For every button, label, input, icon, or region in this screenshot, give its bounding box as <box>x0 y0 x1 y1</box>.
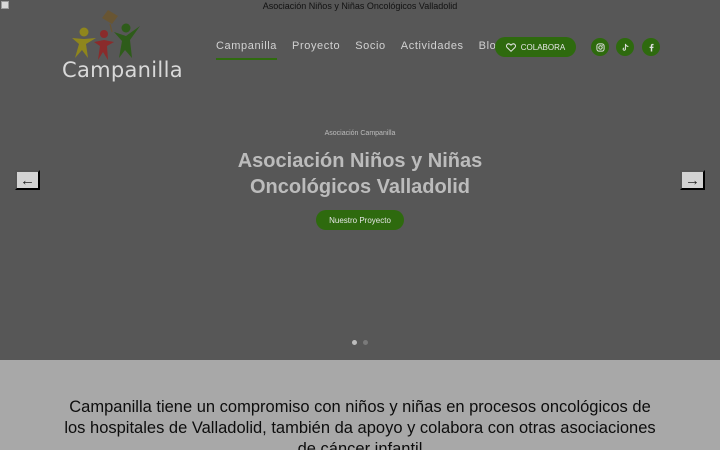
mission-line-3: de cáncer infantil <box>297 440 423 450</box>
logo-text: Campanilla <box>62 58 183 82</box>
logo[interactable]: Campanilla <box>62 8 183 86</box>
nav-item-proyecto[interactable]: Proyecto <box>292 40 340 60</box>
slider-dot-2[interactable] <box>363 340 368 345</box>
instagram-icon <box>595 42 605 52</box>
nav-item-socio[interactable]: Socio <box>355 40 386 60</box>
instagram-link[interactable] <box>591 38 609 56</box>
nav-item-actividades[interactable]: Actividades <box>401 40 464 60</box>
slider-dot-1[interactable] <box>352 340 357 345</box>
mission-line-1: Campanilla tiene un compromiso con niños… <box>69 398 651 416</box>
slider-next-button[interactable]: → <box>680 170 705 190</box>
hero-eyebrow: Asociación Campanilla <box>324 130 396 137</box>
mission-line-2: los hospitales de Valladolid, también da… <box>64 419 656 437</box>
hero-title-line-1: Asociación Niños y Niñas <box>237 150 483 172</box>
nuestro-proyecto-button[interactable]: Nuestro Proyecto <box>316 210 404 230</box>
colabora-button[interactable]: COLABORA <box>495 37 576 57</box>
arrow-left-icon: ← <box>20 171 35 189</box>
main-nav: Campanilla Proyecto Socio Actividades Bl… <box>216 40 503 60</box>
tiktok-icon <box>622 43 628 51</box>
hero-slider: Asociación Niños y Niñas Oncológicos Val… <box>0 0 720 360</box>
slider-prev-button[interactable]: ← <box>15 170 40 190</box>
tiktok-link[interactable] <box>616 38 634 56</box>
hero-title: Asociación Niños y Niñas Oncológicos Val… <box>0 148 720 200</box>
facebook-link[interactable] <box>642 38 660 56</box>
logo-figures-icon <box>72 10 140 60</box>
heart-icon <box>505 42 516 52</box>
facebook-icon <box>649 43 654 52</box>
hero-title-line-2: Oncológicos Valladolid <box>249 176 471 198</box>
arrow-right-icon: → <box>685 171 700 189</box>
colabora-label: COLABORA <box>520 42 566 52</box>
mission-statement: Campanilla tiene un compromiso con niños… <box>40 397 680 450</box>
nav-item-campanilla[interactable]: Campanilla <box>216 40 278 60</box>
